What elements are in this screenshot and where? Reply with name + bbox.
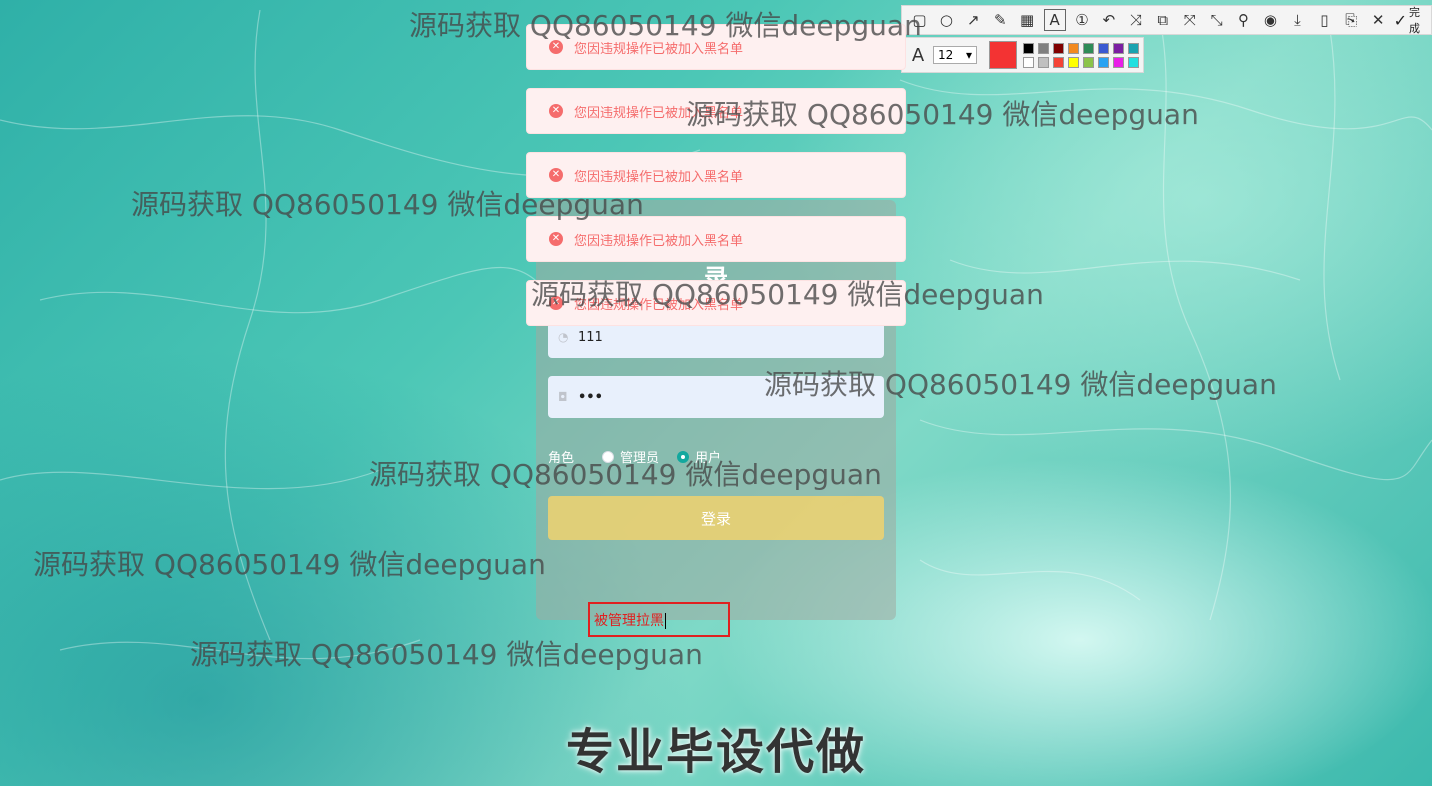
font-icon: A — [911, 44, 925, 66]
translate-icon[interactable]: ⤧ — [1176, 6, 1203, 34]
color-swatch[interactable] — [1053, 56, 1064, 68]
color-swatch[interactable] — [1068, 56, 1079, 68]
done-button[interactable]: ✓ 完成 — [1394, 4, 1431, 36]
color-swatch[interactable] — [1023, 42, 1034, 54]
ellipse-icon[interactable]: ○ — [933, 6, 960, 34]
undo-icon[interactable]: ↶ — [1095, 6, 1122, 34]
color-swatch[interactable] — [1113, 42, 1124, 54]
color-swatch[interactable] — [1128, 56, 1139, 68]
color-swatch[interactable] — [1038, 56, 1049, 68]
color-swatch[interactable] — [1023, 56, 1034, 68]
watermark: 源码获取 QQ86050149 微信deepguan — [531, 278, 1044, 311]
pin-icon[interactable]: ⚲ — [1230, 6, 1257, 34]
current-color-swatch[interactable] — [989, 41, 1017, 69]
watermark: 源码获取 QQ86050149 微信deepguan — [764, 368, 1277, 401]
error-icon: ✕ — [549, 104, 563, 118]
username-value: 111 — [578, 329, 603, 345]
error-message-text: 您因违规操作已被加入黑名单 — [574, 169, 744, 185]
color-swatch[interactable] — [1053, 42, 1064, 54]
color-swatch[interactable] — [1128, 42, 1139, 54]
error-message-text: 您因违规操作已被加入黑名单 — [574, 233, 744, 249]
mosaic-icon[interactable]: ▦ — [1014, 6, 1041, 34]
error-icon: ✕ — [549, 232, 563, 246]
redo-icon[interactable]: ⤨ — [1122, 6, 1149, 34]
lock-icon: ◘ — [558, 390, 568, 404]
watermark: 源码获取 QQ86050149 微信deepguan — [131, 188, 644, 221]
color-swatch[interactable] — [1113, 56, 1124, 68]
footer-banner: 专业毕设代做 — [565, 724, 866, 780]
password-value: ••• — [578, 389, 603, 405]
record-icon[interactable]: ◉ — [1257, 6, 1284, 34]
color-swatch[interactable] — [1068, 42, 1079, 54]
checkmark-icon: ✓ — [1393, 10, 1408, 30]
watermark: 源码获取 QQ86050149 微信deepguan — [190, 638, 703, 671]
color-swatch[interactable] — [1083, 42, 1094, 54]
arrow-icon[interactable]: ↗ — [960, 6, 987, 34]
color-palette — [1023, 42, 1140, 68]
login-card: 录 ◔ 111 ◘ ••• 角色 管理员 用户 登录 — [536, 200, 896, 620]
save-icon[interactable]: ⎘ — [1338, 6, 1365, 34]
text-style-bar: A 12 ▾ — [901, 37, 1144, 73]
done-label: 完成 — [1409, 6, 1421, 35]
watermark: 源码获取 QQ86050149 微信deepguan — [33, 548, 546, 581]
screenshot-toolbar: ▢ ○ ↗ ✎ ▦ A ① ↶ ⤨ ⧉ ⤧ ⤡ ⚲ ◉ ⤓ ▯ ⎘ ✕ ✓ 完成 — [901, 5, 1432, 35]
pencil-icon[interactable]: ✎ — [987, 6, 1014, 34]
watermark: 源码获取 QQ86050149 微信deepguan — [409, 9, 922, 42]
close-icon[interactable]: ✕ — [1365, 6, 1392, 34]
watermark: 源码获取 QQ86050149 微信deepguan — [686, 98, 1199, 131]
error-icon: ✕ — [549, 168, 563, 182]
ocr-icon[interactable]: ⧉ — [1149, 6, 1176, 34]
download-icon[interactable]: ⤓ — [1284, 6, 1311, 34]
copy-icon[interactable]: ▯ — [1311, 6, 1338, 34]
user-icon: ◔ — [558, 330, 569, 344]
color-swatch[interactable] — [1083, 56, 1094, 68]
annotation-text-field[interactable]: 被管理拉黑 — [594, 610, 666, 630]
annotation-text: 被管理拉黑 — [594, 613, 664, 629]
text-icon[interactable]: A — [1043, 9, 1066, 31]
color-swatch[interactable] — [1098, 56, 1109, 68]
font-size-value: 12 — [938, 48, 954, 62]
number-marker-icon[interactable]: ① — [1069, 6, 1096, 34]
expand-icon[interactable]: ⤡ — [1203, 6, 1230, 34]
text-caret — [665, 613, 666, 629]
color-swatch[interactable] — [1038, 42, 1049, 54]
login-button[interactable]: 登录 — [548, 496, 884, 540]
color-swatch[interactable] — [1098, 42, 1109, 54]
watermark: 源码获取 QQ86050149 微信deepguan — [369, 458, 882, 491]
chevron-down-icon: ▾ — [965, 48, 972, 62]
font-size-select[interactable]: 12 ▾ — [933, 46, 977, 64]
